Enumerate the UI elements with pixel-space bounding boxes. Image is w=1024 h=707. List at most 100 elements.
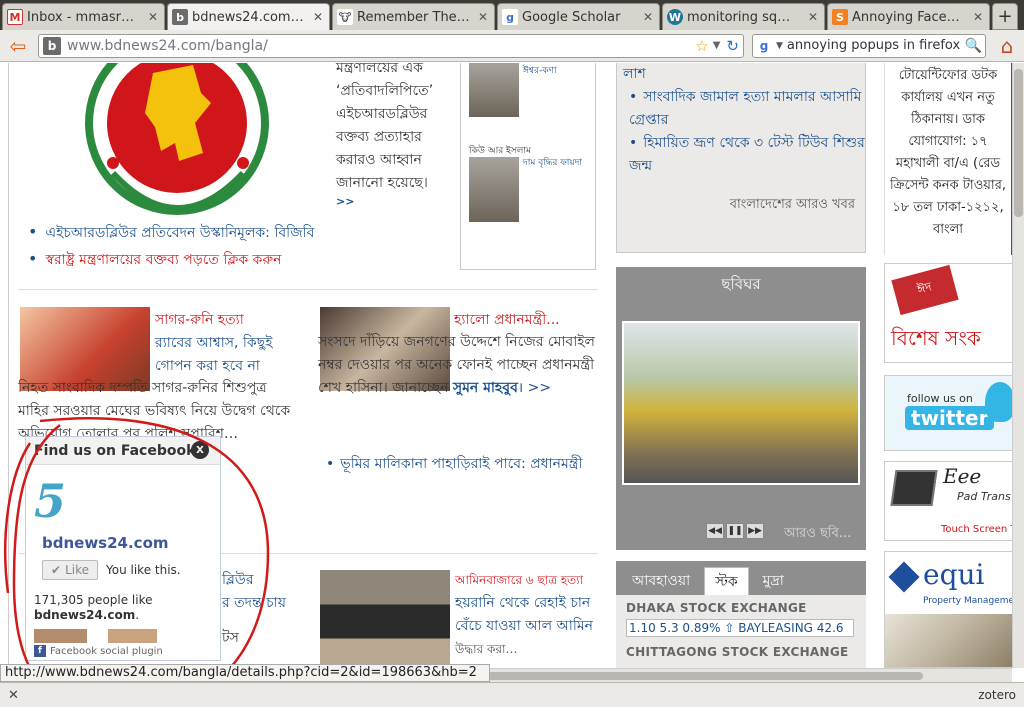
news-link[interactable]: লাশ bbox=[617, 63, 865, 86]
tab-weather[interactable]: আবহাওয়া bbox=[622, 567, 700, 595]
google-icon: g bbox=[502, 9, 518, 25]
close-icon[interactable]: ✕ bbox=[641, 10, 655, 24]
story-text[interactable]: র তদন্ত চায় bbox=[222, 592, 302, 615]
pause-icon[interactable]: ❚❚ bbox=[726, 523, 744, 539]
ad-subtitle: Property Management bbox=[923, 596, 1012, 606]
story-hidden-fragment: ব্লিউর র তদন্ত চায় টস bbox=[222, 569, 302, 650]
author-photo[interactable] bbox=[469, 157, 519, 222]
stackexchange-icon: S bbox=[832, 9, 848, 25]
eee-pad-ad[interactable]: Eee Pad Trans Touch Screen Ta bbox=[884, 461, 1012, 541]
bullet-link[interactable]: এইচআরডব্লিউর প্রতিবেদন উস্কানিমূলক: বিজি… bbox=[28, 219, 468, 246]
tab-bdnews[interactable]: b bdnews24.com… ✕ bbox=[167, 3, 330, 30]
chevron-down-icon[interactable]: ▼ bbox=[776, 41, 783, 51]
close-icon[interactable]: ✕ bbox=[311, 10, 325, 24]
story-text[interactable]: ব্লিউর bbox=[222, 569, 302, 592]
checkmark-icon: ✔ bbox=[51, 563, 62, 577]
more-link[interactable]: । >> bbox=[518, 380, 551, 396]
equity-ad[interactable]: equi Property Management bbox=[884, 551, 1012, 668]
chevron-down-icon[interactable]: ▼ bbox=[713, 40, 721, 51]
like-button[interactable]: ✔ Like bbox=[42, 560, 98, 580]
addon-bar: ✕ zotero bbox=[0, 682, 1024, 707]
gallery-title: ছবিঘর bbox=[721, 275, 761, 293]
opinion-link[interactable]: ঈশ্বর-কণা bbox=[523, 65, 557, 77]
page-name-link[interactable]: bdnews24.com bbox=[42, 534, 169, 552]
story-text: টস bbox=[222, 630, 239, 646]
close-addon-bar-icon[interactable]: ✕ bbox=[8, 688, 19, 703]
tab-google-scholar[interactable]: g Google Scholar ✕ bbox=[497, 3, 660, 30]
story-title[interactable]: সাগর-রুনি হত্যা bbox=[155, 309, 295, 332]
close-icon[interactable]: ✕ bbox=[806, 10, 820, 24]
like-count: 171,305 people like bdnews24.com. bbox=[34, 593, 153, 622]
search-icon[interactable]: 🔍 bbox=[965, 38, 982, 54]
tab-currency[interactable]: মুদ্রা bbox=[753, 567, 794, 595]
zotero-button[interactable]: zotero bbox=[978, 688, 1016, 702]
bullet-link[interactable]: ভূমির মালিকানা পাহাড়িরাই পাবে: প্রধানমন… bbox=[340, 456, 582, 472]
bookmark-star-icon[interactable]: ☆ bbox=[695, 37, 708, 55]
tab-gmail[interactable]: M Inbox - mmasr… ✕ bbox=[2, 3, 165, 30]
market-tabs: আবহাওয়া স্টক মুদ্রা bbox=[616, 561, 866, 595]
wordpress-icon: W bbox=[667, 9, 683, 25]
related-bullet[interactable]: • ভূমির মালিকানা পাহাড়িরাই পাবে: প্রধানম… bbox=[326, 453, 586, 476]
reload-icon[interactable]: ↻ bbox=[726, 37, 739, 55]
close-icon[interactable]: ✕ bbox=[971, 10, 985, 24]
close-icon[interactable]: X bbox=[191, 441, 209, 459]
twitter-follow-ad[interactable]: follow us on twitter bbox=[884, 375, 1012, 451]
next-icon[interactable]: ▶▶ bbox=[746, 523, 764, 539]
tab-annoying-facebook[interactable]: S Annoying Face… ✕ bbox=[827, 3, 990, 30]
url-text[interactable]: www.bdnews24.com/bangla/ bbox=[67, 38, 695, 54]
author-photo[interactable] bbox=[469, 63, 519, 117]
news-link[interactable]: সাংবাদিক জামাল হত্যা মামলার আসামি গ্রেপ্… bbox=[617, 86, 865, 132]
gallery-photo[interactable] bbox=[622, 321, 860, 485]
facebook-like-popup: Find us on Facebook X 5 bdnews24.com ✔ L… bbox=[25, 436, 221, 661]
more-news-link[interactable]: বাংলাদেশের আরও খবর bbox=[730, 195, 855, 216]
story-body: সংসদে দাঁড়িয়ে জনগণের উদ্দেশে নিজের মোব… bbox=[318, 331, 596, 400]
reporter-name[interactable]: সুমন মাহবুব bbox=[453, 380, 518, 396]
home-icon[interactable]: ⌂ bbox=[994, 34, 1020, 58]
more-photos-link[interactable]: আরও ছবি... bbox=[784, 524, 851, 545]
fan-faces[interactable] bbox=[34, 629, 210, 643]
news-link[interactable]: হিমায়িত ভ্রূণ থেকে ৩ টেস্ট টিউব শিশুর জ… bbox=[617, 132, 865, 178]
story-title[interactable]: আমিনবাজারে ৬ ছাত্র হত্যা bbox=[455, 569, 595, 592]
stock-panel: DHAKA STOCK EXCHANGE 1.10 5.3 0.89% ⇧ BA… bbox=[616, 595, 866, 668]
social-plugin-footer[interactable]: f Facebook social plugin bbox=[34, 645, 163, 657]
gallery-controls: ◀◀ ❚❚ ▶▶ bbox=[706, 523, 764, 539]
plugin-label: Facebook social plugin bbox=[50, 645, 163, 657]
story-aminbazar: আমিনবাজারে ৬ ছাত্র হত্যা হয়রানি থেকে রে… bbox=[455, 569, 595, 661]
facebook-icon: f bbox=[34, 645, 46, 657]
more-link[interactable]: >> bbox=[336, 195, 354, 208]
web-page: মন্ত্রণালয়ের এক ‘প্রতিবাদলিপিতে’ এইচআরড… bbox=[0, 63, 1012, 668]
twitter-logo: twitter bbox=[905, 406, 995, 430]
search-input[interactable]: annoying popups in firefox bbox=[787, 38, 965, 53]
vertical-scrollbar[interactable] bbox=[1012, 63, 1024, 668]
story-text: উদ্ধার করা… bbox=[455, 642, 518, 656]
ad-text: বিশেষ সংক bbox=[891, 326, 981, 350]
tab-stock[interactable]: স্টক bbox=[704, 567, 749, 595]
bdnews-icon: b bbox=[172, 9, 188, 25]
scrollbar-thumb[interactable] bbox=[1014, 69, 1023, 217]
gmail-icon: M bbox=[7, 9, 23, 25]
search-bar[interactable]: g ▼ annoying popups in firefox 🔍 bbox=[752, 33, 986, 58]
story-headline[interactable]: হয়রানি থেকে রেহাই চান বেঁচে যাওয়া আল আ… bbox=[455, 592, 595, 638]
twitter-bird-icon bbox=[985, 382, 1012, 422]
story-headline[interactable]: র‌্যাবের আশ্বাস, কিছুই গোপন করা হবে না bbox=[155, 332, 295, 378]
google-icon[interactable]: g bbox=[756, 38, 772, 54]
close-icon[interactable]: ✕ bbox=[146, 10, 160, 24]
photo-gallery: ছবিঘর ◀◀ ❚❚ ▶▶ আরও ছবি... bbox=[616, 267, 866, 550]
stock-exchange-header: CHITTAGONG STOCK EXCHANGE bbox=[626, 645, 849, 659]
eid-special-ad[interactable]: ঈদ বিশেষ সংক bbox=[884, 263, 1012, 363]
opinion-link[interactable]: দাম বৃদ্ধির ফায়দা bbox=[523, 157, 583, 169]
bullet-link[interactable]: স্বরাষ্ট্র মন্ত্রণালয়ের বক্তব্য পড়তে ক… bbox=[28, 246, 468, 273]
back-arrow-icon[interactable]: ⇦ bbox=[4, 34, 32, 58]
previous-icon[interactable]: ◀◀ bbox=[706, 523, 724, 539]
like-count-text: 171,305 people like bbox=[34, 593, 153, 607]
stock-ticker[interactable]: 1.10 5.3 0.89% ⇧ BAYLEASING 42.6 bbox=[626, 619, 854, 637]
story-photo[interactable] bbox=[320, 570, 450, 668]
url-bar[interactable]: b www.bdnews24.com/bangla/ ☆ ▼ ↻ bbox=[38, 33, 744, 58]
close-icon[interactable]: ✕ bbox=[476, 10, 490, 24]
new-tab-button[interactable]: + bbox=[992, 3, 1018, 30]
tab-monitoring[interactable]: W monitoring sq… ✕ bbox=[662, 3, 825, 30]
bdnews-5-logo[interactable]: 5 bbox=[34, 477, 74, 525]
site-identity-icon[interactable]: b bbox=[43, 36, 61, 55]
tab-rtm[interactable]: 🐮 Remember The… ✕ bbox=[332, 3, 495, 30]
story-title[interactable]: হ্যালো প্রধানমন্ত্রী... bbox=[454, 309, 594, 332]
